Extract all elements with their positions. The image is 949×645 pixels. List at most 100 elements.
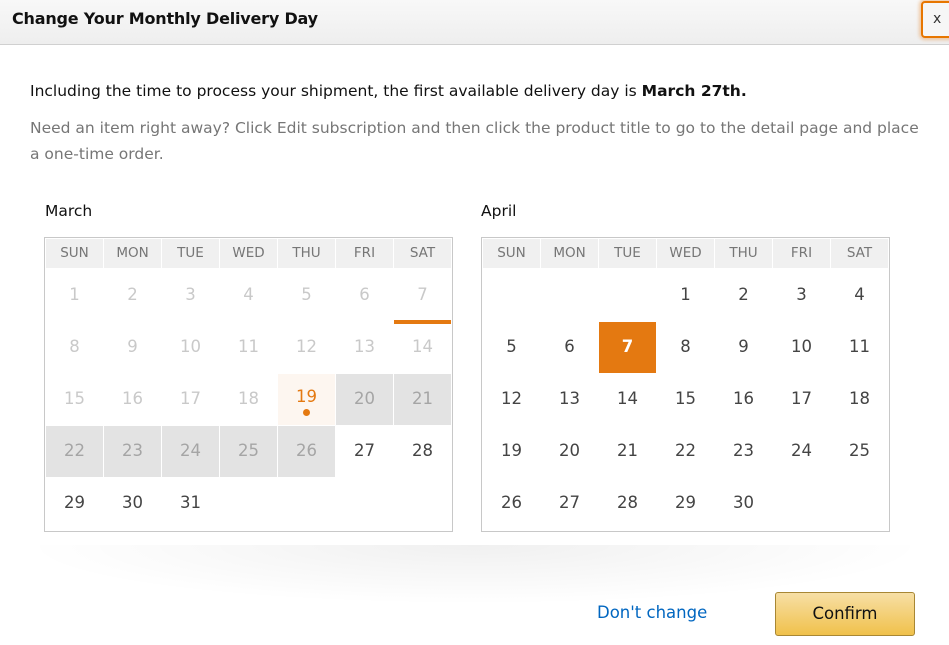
day-march-13: 13 bbox=[336, 322, 393, 373]
day-april-7[interactable]: 7 bbox=[599, 322, 656, 373]
day-march-24: 24 bbox=[162, 426, 219, 477]
day-number: 31 bbox=[180, 493, 201, 512]
day-april-11[interactable]: 11 bbox=[831, 322, 888, 373]
close-icon: x bbox=[933, 11, 942, 27]
day-april-25[interactable]: 25 bbox=[831, 426, 888, 477]
close-button[interactable]: x bbox=[921, 1, 949, 38]
day-number: 16 bbox=[122, 389, 143, 408]
weekday-wed: WED bbox=[657, 239, 714, 268]
day-number: 1 bbox=[680, 285, 691, 304]
day-number: 20 bbox=[559, 441, 580, 460]
day-march-11: 11 bbox=[220, 322, 277, 373]
day-number: 25 bbox=[849, 441, 870, 460]
calendar-week: 15 16 17 18 19 20 21 bbox=[46, 374, 452, 426]
first-available-date: March 27th. bbox=[641, 82, 747, 100]
day-number: 8 bbox=[69, 337, 80, 356]
day-april-1[interactable]: 1 bbox=[657, 270, 714, 321]
day-march-30[interactable]: 30 bbox=[104, 478, 161, 529]
day-april-26[interactable]: 26 bbox=[483, 478, 540, 529]
day-number: 4 bbox=[243, 285, 254, 304]
empty-day-cell bbox=[220, 478, 277, 529]
dont-change-link[interactable]: Don't change bbox=[597, 603, 707, 622]
delivery-info-text: Including the time to process your shipm… bbox=[30, 82, 642, 100]
day-april-10[interactable]: 10 bbox=[773, 322, 830, 373]
day-number: 3 bbox=[185, 285, 196, 304]
day-number: 29 bbox=[64, 493, 85, 512]
day-march-16: 16 bbox=[104, 374, 161, 425]
weekday-wed: WED bbox=[220, 239, 277, 268]
day-march-23: 23 bbox=[104, 426, 161, 477]
day-number: 27 bbox=[354, 441, 375, 460]
day-number: 19 bbox=[296, 387, 317, 406]
day-april-18[interactable]: 18 bbox=[831, 374, 888, 425]
day-april-3[interactable]: 3 bbox=[773, 270, 830, 321]
day-april-15[interactable]: 15 bbox=[657, 374, 714, 425]
day-april-24[interactable]: 24 bbox=[773, 426, 830, 477]
day-number: 15 bbox=[675, 389, 696, 408]
day-march-28[interactable]: 28 bbox=[394, 426, 451, 477]
day-march-31[interactable]: 31 bbox=[162, 478, 219, 529]
day-number: 19 bbox=[501, 441, 522, 460]
day-april-4[interactable]: 4 bbox=[831, 270, 888, 321]
day-number: 26 bbox=[501, 493, 522, 512]
day-march-29[interactable]: 29 bbox=[46, 478, 103, 529]
day-april-21[interactable]: 21 bbox=[599, 426, 656, 477]
day-april-12[interactable]: 12 bbox=[483, 374, 540, 425]
day-number: 26 bbox=[296, 441, 317, 460]
day-number: 25 bbox=[238, 441, 259, 460]
today-indicator-icon bbox=[303, 409, 310, 416]
day-march-7: 7 bbox=[394, 270, 451, 324]
day-number: 5 bbox=[301, 285, 312, 304]
day-april-30[interactable]: 30 bbox=[715, 478, 772, 529]
day-march-26: 26 bbox=[278, 426, 335, 477]
calendar-week: 12 13 14 15 16 17 18 bbox=[483, 374, 889, 426]
weekday-fri: FRI bbox=[336, 239, 393, 268]
day-april-13[interactable]: 13 bbox=[541, 374, 598, 425]
calendar-week: 19 20 21 22 23 24 25 bbox=[483, 426, 889, 478]
day-april-28[interactable]: 28 bbox=[599, 478, 656, 529]
day-number: 23 bbox=[122, 441, 143, 460]
day-number: 2 bbox=[738, 285, 749, 304]
day-april-23[interactable]: 23 bbox=[715, 426, 772, 477]
calendar-week: 26 27 28 29 30 bbox=[483, 478, 889, 530]
day-march-12: 12 bbox=[278, 322, 335, 373]
empty-day-cell bbox=[394, 478, 451, 529]
day-march-3: 3 bbox=[162, 270, 219, 321]
weekday-header: SUN MON TUE WED THU FRI SAT bbox=[483, 239, 889, 268]
weekday-mon: MON bbox=[541, 239, 598, 268]
one-time-order-note: Need an item right away? Click Edit subs… bbox=[30, 119, 919, 163]
confirm-button[interactable]: Confirm bbox=[775, 592, 915, 636]
day-number: 21 bbox=[617, 441, 638, 460]
day-number: 22 bbox=[64, 441, 85, 460]
dialog-title: Change Your Monthly Delivery Day bbox=[12, 9, 318, 28]
day-april-14[interactable]: 14 bbox=[599, 374, 656, 425]
calendar-week: 22 23 24 25 26 27 28 bbox=[46, 426, 452, 478]
day-number: 12 bbox=[501, 389, 522, 408]
day-april-22[interactable]: 22 bbox=[657, 426, 714, 477]
day-march-6: 6 bbox=[336, 270, 393, 321]
day-march-5: 5 bbox=[278, 270, 335, 321]
day-grid: 1 2 3 4 5 6 7 8 9 10 11 12 13 14 15 16 17 18 19 20 21 22 23 24 2… bbox=[46, 270, 452, 530]
day-number: 18 bbox=[238, 389, 259, 408]
day-april-16[interactable]: 16 bbox=[715, 374, 772, 425]
day-april-20[interactable]: 20 bbox=[541, 426, 598, 477]
day-april-9[interactable]: 9 bbox=[715, 322, 772, 373]
day-april-19[interactable]: 19 bbox=[483, 426, 540, 477]
day-number: 9 bbox=[738, 337, 749, 356]
day-april-6[interactable]: 6 bbox=[541, 322, 598, 373]
day-april-17[interactable]: 17 bbox=[773, 374, 830, 425]
day-march-10: 10 bbox=[162, 322, 219, 373]
day-april-2[interactable]: 2 bbox=[715, 270, 772, 321]
day-april-5[interactable]: 5 bbox=[483, 322, 540, 373]
weekday-thu: THU bbox=[715, 239, 772, 268]
day-april-8[interactable]: 8 bbox=[657, 322, 714, 373]
day-april-27[interactable]: 27 bbox=[541, 478, 598, 529]
day-march-17: 17 bbox=[162, 374, 219, 425]
day-april-29[interactable]: 29 bbox=[657, 478, 714, 529]
empty-day-cell bbox=[773, 478, 830, 529]
day-march-27[interactable]: 27 bbox=[336, 426, 393, 477]
weekday-mon: MON bbox=[104, 239, 161, 268]
day-number: 17 bbox=[180, 389, 201, 408]
day-number: 23 bbox=[733, 441, 754, 460]
day-number: 7 bbox=[417, 285, 428, 304]
